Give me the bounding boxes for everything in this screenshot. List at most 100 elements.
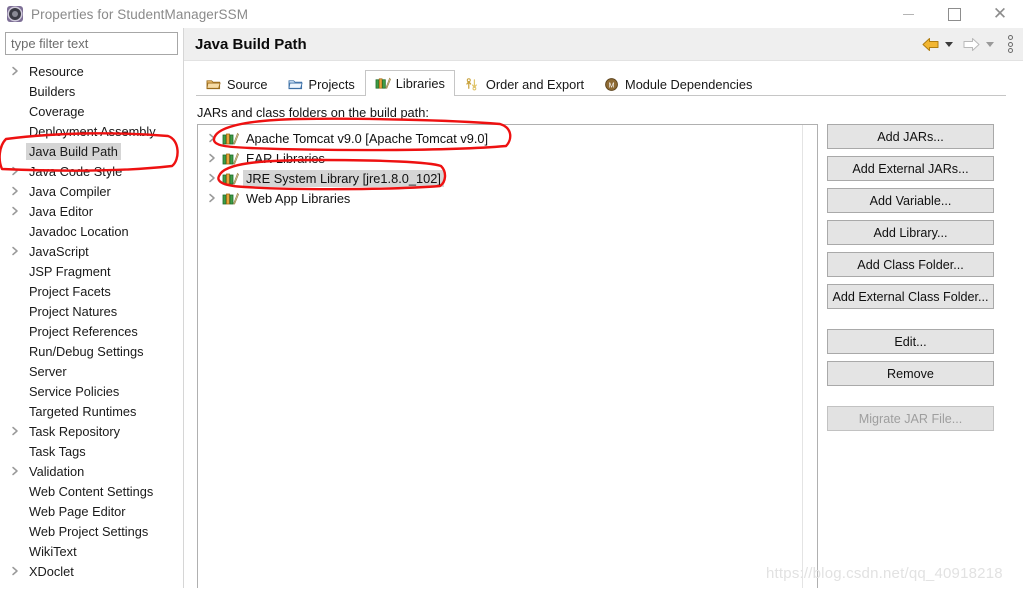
sidebar-item-label: Java Code Style <box>29 163 123 179</box>
list-item[interactable]: JRE System Library [jre1.8.0_102] <box>198 168 817 188</box>
sidebar-item-javascript[interactable]: JavaScript <box>0 241 183 261</box>
libraries-button-column: Add JARs... Add External JARs... Add Varia… <box>827 124 994 438</box>
list-item[interactable]: Apache Tomcat v9.0 [Apache Tomcat v9.0] <box>198 128 817 148</box>
library-books-icon <box>222 131 239 146</box>
expand-arrow-icon[interactable] <box>207 133 222 143</box>
sidebar-item-task-tags[interactable]: Task Tags <box>0 441 183 461</box>
sidebar-item-label: Server <box>29 363 67 379</box>
back-arrow-icon[interactable] <box>921 37 940 52</box>
sidebar-item-label: Resource <box>29 63 84 79</box>
sidebar-item-label: Web Content Settings <box>29 483 154 499</box>
tab-projects[interactable]: Projects <box>278 71 365 96</box>
expand-arrow-icon[interactable] <box>10 166 26 176</box>
projects-folder-icon <box>288 77 304 92</box>
sidebar-item-label: JSP Fragment <box>29 263 111 279</box>
vertical-dots-icon[interactable] <box>1008 35 1013 53</box>
minimize-button[interactable] <box>885 0 931 28</box>
expand-arrow-icon[interactable] <box>10 66 26 76</box>
add-external-class-folder-button[interactable]: Add External Class Folder... <box>827 284 994 309</box>
expand-arrow-icon[interactable] <box>10 426 26 436</box>
expand-arrow-icon[interactable] <box>207 153 222 163</box>
list-item[interactable]: EAR Libraries <box>198 148 817 168</box>
list-item[interactable]: Web App Libraries <box>198 188 817 208</box>
expand-arrow-icon[interactable] <box>207 173 222 183</box>
list-caption: JARs and class folders on the build path… <box>197 105 429 120</box>
add-class-folder-button[interactable]: Add Class Folder... <box>827 252 994 277</box>
window-title: Properties for StudentManagerSSM <box>31 6 249 22</box>
sidebar-item-java-build-path[interactable]: Java Build Path <box>0 141 183 161</box>
add-variable-button[interactable]: Add Variable... <box>827 188 994 213</box>
add-external-jars-button[interactable]: Add External JARs... <box>827 156 994 181</box>
minimize-icon <box>902 13 914 15</box>
expand-arrow-icon[interactable] <box>10 466 26 476</box>
libraries-list[interactable]: Apache Tomcat v9.0 [Apache Tomcat v9.0] E… <box>197 124 818 589</box>
sidebar-item-project-facets[interactable]: Project Facets <box>0 281 183 301</box>
tab-order-and-export[interactable]: Order and Export <box>455 71 594 96</box>
tab-source[interactable]: Source <box>196 71 278 96</box>
sidebar-item-targeted-runtimes[interactable]: Targeted Runtimes <box>0 401 183 421</box>
list-item-label: Web App Libraries <box>246 190 351 206</box>
close-button[interactable]: ✕ <box>977 0 1023 28</box>
sidebar-item-web-content-settings[interactable]: Web Content Settings <box>0 481 183 501</box>
sidebar-item-project-natures[interactable]: Project Natures <box>0 301 183 321</box>
sidebar-item-java-editor[interactable]: Java Editor <box>0 201 183 221</box>
expand-arrow-icon[interactable] <box>10 566 26 576</box>
back-chevron-down-icon[interactable] <box>945 41 953 47</box>
tab-libraries[interactable]: Libraries <box>364 70 455 96</box>
sidebar-item-label: Web Project Settings <box>29 523 149 539</box>
settings-tree: Resource Builders Coverage Deployment Assem… <box>0 61 183 581</box>
window-controls: ✕ <box>885 0 1023 28</box>
sidebar-item-builders[interactable]: Builders <box>0 81 183 101</box>
sidebar-item-label: Task Repository <box>29 423 121 439</box>
sidebar-item-label: WikiText <box>29 543 77 559</box>
window-title-bar: Properties for StudentManagerSSM ✕ <box>0 0 1023 28</box>
sidebar-item-deployment-assembly[interactable]: Deployment Assembly <box>0 121 183 141</box>
sidebar-item-xdoclet[interactable]: XDoclet <box>0 561 183 581</box>
remove-button[interactable]: Remove <box>827 361 994 386</box>
sidebar-item-label: Service Policies <box>29 383 120 399</box>
libraries-books-icon <box>375 76 391 91</box>
add-library-button[interactable]: Add Library... <box>827 220 994 245</box>
page-header: Java Build Path <box>184 28 1023 61</box>
expand-arrow-icon[interactable] <box>10 186 26 196</box>
tab-label: Libraries <box>395 76 445 91</box>
sidebar-item-server[interactable]: Server <box>0 361 183 381</box>
edit-button[interactable]: Edit... <box>827 329 994 354</box>
sidebar-item-service-policies[interactable]: Service Policies <box>0 381 183 401</box>
sidebar-item-coverage[interactable]: Coverage <box>0 101 183 121</box>
sidebar-item-javadoc-location[interactable]: Javadoc Location <box>0 221 183 241</box>
add-jars-button[interactable]: Add JARs... <box>827 124 994 149</box>
forward-chevron-down-icon[interactable] <box>986 41 994 47</box>
sidebar-item-label: Validation <box>29 463 85 479</box>
sidebar-item-jsp-fragment[interactable]: JSP Fragment <box>0 261 183 281</box>
maximize-button[interactable] <box>931 0 977 28</box>
tab-label: Module Dependencies <box>625 76 753 92</box>
sidebar-item-label: Coverage <box>29 103 85 119</box>
header-navigation <box>921 35 1023 53</box>
tab-label: Source <box>227 76 268 92</box>
expand-arrow-icon[interactable] <box>10 206 26 216</box>
sidebar-item-resource[interactable]: Resource <box>0 61 183 81</box>
library-books-icon <box>222 171 239 186</box>
search-input[interactable] <box>5 32 178 55</box>
list-scrollbar[interactable] <box>802 125 817 588</box>
sidebar-item-web-project-settings[interactable]: Web Project Settings <box>0 521 183 541</box>
sidebar-item-web-page-editor[interactable]: Web Page Editor <box>0 501 183 521</box>
expand-arrow-icon[interactable] <box>10 246 26 256</box>
sidebar-item-wikitext[interactable]: WikiText <box>0 541 183 561</box>
expand-arrow-icon[interactable] <box>207 193 222 203</box>
sidebar-item-label: Deployment Assembly <box>29 123 156 139</box>
sidebar-item-run-debug-settings[interactable]: Run/Debug Settings <box>0 341 183 361</box>
tab-module-dependencies[interactable]: M Module Dependencies <box>594 71 762 96</box>
tab-label: Projects <box>308 76 355 92</box>
sidebar-item-task-repository[interactable]: Task Repository <box>0 421 183 441</box>
properties-content-pane: Java Build Path Source Projects Libraries O… <box>184 28 1023 594</box>
sidebar-item-java-compiler[interactable]: Java Compiler <box>0 181 183 201</box>
sidebar-item-project-references[interactable]: Project References <box>0 321 183 341</box>
library-books-icon <box>222 191 239 206</box>
sidebar-item-validation[interactable]: Validation <box>0 461 183 481</box>
library-books-icon <box>222 151 239 166</box>
filter-container <box>0 28 183 55</box>
sidebar-item-java-code-style[interactable]: Java Code Style <box>0 161 183 181</box>
sidebar-item-label: JavaScript <box>29 243 89 259</box>
